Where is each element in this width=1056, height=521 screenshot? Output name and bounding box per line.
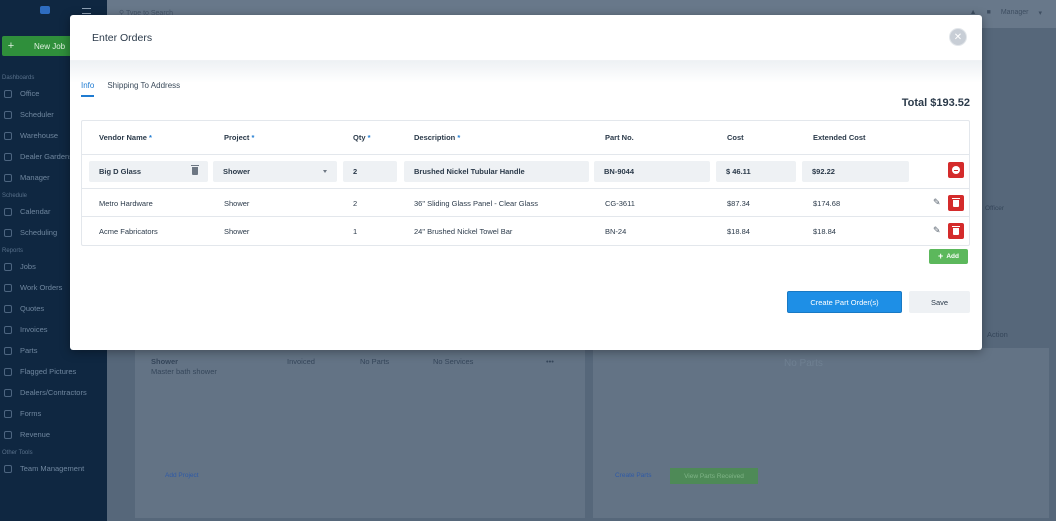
no-parts-label: No Parts	[784, 358, 823, 369]
menu-icon[interactable]	[82, 8, 91, 14]
nav-icon	[4, 409, 12, 418]
sidebar-item[interactable]: Revenue	[0, 424, 107, 445]
sidebar-item[interactable]: Team Management	[0, 458, 107, 479]
chevron-down-icon: ▾	[1038, 10, 1042, 17]
sidebar-section-label: Other Tools	[2, 450, 33, 456]
project-services: No Services	[433, 357, 474, 366]
sidebar-item[interactable]: Flagged Pictures	[0, 361, 107, 382]
officer-label: Officer	[985, 205, 1005, 212]
modal-header: Enter Orders	[70, 15, 982, 61]
edit-pencil-icon[interactable]: ✎	[933, 225, 941, 236]
col-vendor-name: Vendor Name *	[99, 133, 152, 142]
add-row-button[interactable]: + Add	[929, 249, 968, 264]
order-total: Total $193.52	[901, 97, 970, 109]
plus-icon: +	[938, 251, 944, 261]
cost-field[interactable]: $ 46.11	[716, 161, 796, 182]
col-description: Description *	[414, 133, 461, 142]
project-name: Shower	[151, 357, 179, 366]
clear-vendor-icon[interactable]	[191, 165, 199, 175]
user-menu[interactable]: Manager	[1001, 9, 1029, 17]
nav-icon	[4, 283, 12, 292]
nav-icon	[4, 325, 12, 334]
nav-icon	[4, 304, 12, 313]
delete-row-button[interactable]	[948, 195, 964, 211]
header-divider	[70, 61, 982, 83]
nav-icon	[4, 152, 12, 161]
delete-row-button[interactable]	[948, 223, 964, 239]
more-icon[interactable]: •••	[546, 357, 554, 366]
col-qty: Qty *	[353, 133, 371, 142]
modal-tabs: Info Shipping To Address	[81, 81, 180, 97]
nav-icon	[4, 110, 12, 119]
sidebar-item[interactable]: Forms	[0, 403, 107, 424]
apps-icon[interactable]: ■	[987, 9, 991, 17]
nav-icon	[4, 173, 12, 182]
plus-icon: +	[7, 40, 15, 52]
save-button[interactable]: Save	[909, 291, 970, 313]
trash-icon	[952, 198, 960, 207]
tab-shipping-address[interactable]: Shipping To Address	[107, 81, 180, 97]
create-parts-link[interactable]: Create Parts	[615, 472, 652, 479]
table-row: Metro Hardware Shower 2 36" Sliding Glas…	[82, 189, 969, 217]
col-extended-cost: Extended Cost	[813, 133, 866, 142]
nav-icon	[4, 430, 12, 439]
chevron-down-icon	[323, 170, 327, 173]
qty-field[interactable]: 2	[343, 161, 397, 182]
col-part-no: Part No.	[605, 133, 634, 142]
nav-icon	[4, 262, 12, 271]
part-no-field[interactable]: BN-9044	[594, 161, 710, 182]
modal-title: Enter Orders	[92, 31, 153, 44]
table-row: Acme Fabricators Shower 1 24" Brushed Ni…	[82, 217, 969, 245]
trash-icon	[952, 226, 960, 235]
project-select[interactable]: Shower	[213, 161, 337, 182]
parts-card	[593, 348, 1049, 518]
view-parts-received-button[interactable]: View Parts Received	[670, 468, 758, 484]
edit-pencil-icon[interactable]: ✎	[933, 197, 941, 208]
nav-icon	[4, 89, 12, 98]
action-header: Action	[987, 330, 1008, 339]
nav-icon	[4, 228, 12, 237]
col-cost: Cost	[727, 133, 744, 142]
nav-icon	[4, 207, 12, 216]
app-logo	[40, 6, 50, 14]
create-part-orders-button[interactable]: Create Part Order(s)	[787, 291, 902, 313]
vendor-field[interactable]: Big D Glass	[89, 161, 208, 182]
project-desc: Master bath shower	[151, 367, 217, 376]
table-header: Vendor Name * Project * Qty * Descriptio…	[82, 121, 969, 155]
close-icon[interactable]: ✕	[949, 28, 967, 46]
extended-cost-field: $92.22	[802, 161, 909, 182]
nav-icon	[4, 131, 12, 140]
minus-circle-icon	[952, 166, 960, 174]
nav-icon	[4, 388, 12, 397]
tab-info[interactable]: Info	[81, 81, 95, 97]
col-project: Project *	[224, 133, 255, 142]
enter-orders-modal: Enter Orders ✕ Info Shipping To Address …	[70, 15, 982, 350]
orders-table: Vendor Name * Project * Qty * Descriptio…	[81, 120, 970, 246]
project-status: Invoiced	[287, 357, 315, 366]
add-project-link[interactable]: Add Project	[165, 472, 199, 479]
nav-icon	[4, 367, 12, 376]
nav-icon	[4, 346, 12, 355]
project-parts: No Parts	[360, 357, 390, 366]
cancel-edit-button[interactable]	[948, 162, 964, 178]
nav-icon	[4, 464, 12, 473]
sidebar-item[interactable]: Dealers/Contractors	[0, 382, 107, 403]
table-row-edit: Big D Glass Shower 2 Brushed Nickel Tubu…	[82, 155, 969, 189]
description-field[interactable]: Brushed Nickel Tubular Handle	[404, 161, 589, 182]
